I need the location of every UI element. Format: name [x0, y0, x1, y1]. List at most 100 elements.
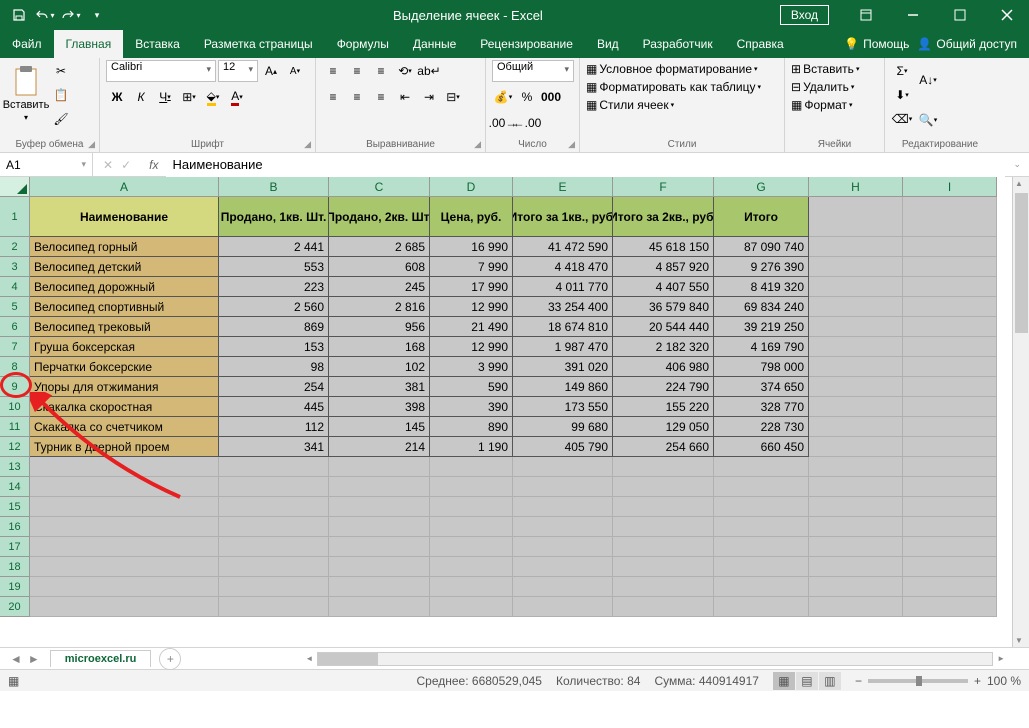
cell[interactable]: [430, 457, 513, 477]
delete-cells-button[interactable]: ⊟ Удалить▾: [791, 80, 859, 94]
zoom-slider[interactable]: [868, 679, 968, 683]
cell[interactable]: 553: [219, 257, 329, 277]
menu-review[interactable]: Рецензирование: [468, 30, 585, 58]
cell[interactable]: [903, 477, 997, 497]
cell[interactable]: [613, 537, 714, 557]
autosum-icon[interactable]: Σ▾: [891, 60, 913, 82]
enter-formula-icon[interactable]: ✓: [121, 158, 131, 172]
cell[interactable]: Скакалка скоростная: [30, 397, 219, 417]
cell[interactable]: 153: [219, 337, 329, 357]
cell[interactable]: [903, 537, 997, 557]
cell[interactable]: [809, 357, 903, 377]
cell[interactable]: 390: [430, 397, 513, 417]
cell[interactable]: [903, 457, 997, 477]
font-name-select[interactable]: Calibri: [106, 60, 216, 82]
cell[interactable]: 2 182 320: [613, 337, 714, 357]
cell[interactable]: [513, 557, 613, 577]
add-sheet-button[interactable]: +: [159, 648, 181, 670]
decrease-font-icon[interactable]: A▾: [284, 60, 306, 82]
cell[interactable]: [329, 497, 430, 517]
cell[interactable]: 890: [430, 417, 513, 437]
menu-formulas[interactable]: Формулы: [325, 30, 401, 58]
cell[interactable]: 21 490: [430, 317, 513, 337]
cell[interactable]: 149 860: [513, 377, 613, 397]
cell[interactable]: 228 730: [714, 417, 809, 437]
cell[interactable]: 45 618 150: [613, 237, 714, 257]
maximize-icon[interactable]: [937, 0, 982, 30]
cell[interactable]: 69 834 240: [714, 297, 809, 317]
cell[interactable]: 4 407 550: [613, 277, 714, 297]
cell[interactable]: 214: [329, 437, 430, 457]
row-header[interactable]: 13: [0, 457, 30, 477]
cell[interactable]: [903, 437, 997, 457]
cell[interactable]: [714, 577, 809, 597]
underline-button[interactable]: Ч ▾: [154, 86, 176, 108]
row-header[interactable]: 2: [0, 237, 30, 257]
cell[interactable]: [219, 537, 329, 557]
cell[interactable]: [714, 537, 809, 557]
cell[interactable]: [809, 277, 903, 297]
cell[interactable]: 341: [219, 437, 329, 457]
cell[interactable]: [809, 497, 903, 517]
cell[interactable]: [809, 457, 903, 477]
cell[interactable]: [714, 477, 809, 497]
cell[interactable]: 660 450: [714, 437, 809, 457]
cell[interactable]: Цена, руб.: [430, 197, 513, 237]
align-left-icon[interactable]: ≡: [322, 86, 344, 108]
cell[interactable]: [809, 477, 903, 497]
cell[interactable]: [809, 297, 903, 317]
cell[interactable]: 16 990: [430, 237, 513, 257]
cell[interactable]: [809, 337, 903, 357]
cell[interactable]: [903, 397, 997, 417]
cell[interactable]: [809, 197, 903, 237]
horizontal-scrollbar[interactable]: ◄ ►: [181, 652, 1029, 666]
col-header[interactable]: B: [219, 177, 329, 197]
conditional-format-button[interactable]: ▦ Условное форматирование▾: [586, 62, 761, 76]
cell[interactable]: [513, 537, 613, 557]
cell[interactable]: 1 190: [430, 437, 513, 457]
cell[interactable]: 112: [219, 417, 329, 437]
copy-icon[interactable]: 📋: [50, 84, 72, 106]
menu-view[interactable]: Вид: [585, 30, 631, 58]
row-header[interactable]: 18: [0, 557, 30, 577]
cell[interactable]: 155 220: [613, 397, 714, 417]
row-header[interactable]: 6: [0, 317, 30, 337]
cell[interactable]: [903, 357, 997, 377]
cell[interactable]: 381: [329, 377, 430, 397]
col-header[interactable]: G: [714, 177, 809, 197]
cell[interactable]: 173 550: [513, 397, 613, 417]
menu-file[interactable]: Файл: [0, 30, 54, 58]
cell[interactable]: 12 990: [430, 337, 513, 357]
page-break-view-icon[interactable]: ▥: [819, 672, 841, 690]
align-middle-icon[interactable]: ≡: [346, 60, 368, 82]
cell[interactable]: [219, 577, 329, 597]
cell[interactable]: 87 090 740: [714, 237, 809, 257]
cell[interactable]: [430, 517, 513, 537]
cell[interactable]: 374 650: [714, 377, 809, 397]
cell[interactable]: [329, 557, 430, 577]
col-header[interactable]: C: [329, 177, 430, 197]
col-header[interactable]: E: [513, 177, 613, 197]
cell[interactable]: 4 857 920: [613, 257, 714, 277]
cell[interactable]: 398: [329, 397, 430, 417]
cell[interactable]: [30, 497, 219, 517]
col-header[interactable]: A: [30, 177, 219, 197]
fill-icon[interactable]: ⬇▾: [891, 84, 913, 106]
cell[interactable]: Итого: [714, 197, 809, 237]
cell[interactable]: [903, 297, 997, 317]
cell[interactable]: [219, 517, 329, 537]
formula-bar[interactable]: [166, 153, 1005, 177]
undo-icon[interactable]: ▾: [34, 4, 56, 26]
menu-insert[interactable]: Вставка: [123, 30, 192, 58]
zoom-out-icon[interactable]: −: [855, 674, 862, 688]
paste-button[interactable]: Вставить ▾: [6, 60, 46, 126]
comma-icon[interactable]: 000: [540, 86, 562, 108]
expand-icon[interactable]: ◢: [474, 139, 481, 150]
cell[interactable]: 8 419 320: [714, 277, 809, 297]
row-header[interactable]: 4: [0, 277, 30, 297]
cell[interactable]: [513, 577, 613, 597]
cell[interactable]: [430, 557, 513, 577]
cell[interactable]: 4 418 470: [513, 257, 613, 277]
percent-icon[interactable]: %: [516, 86, 538, 108]
cell[interactable]: [30, 597, 219, 617]
